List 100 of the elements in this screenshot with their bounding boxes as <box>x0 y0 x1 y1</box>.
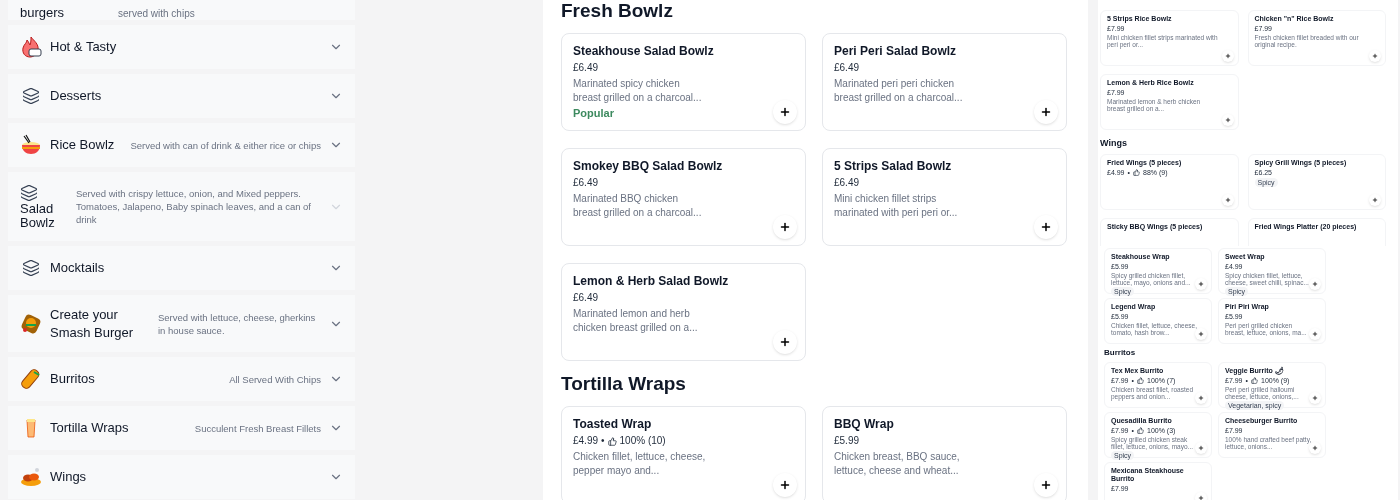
category-note: All Served With Chips <box>228 372 321 386</box>
item-description: Marinated lemon and herb chicken breast grilled on a... <box>573 307 699 334</box>
category-name: Burritos <box>50 370 95 388</box>
separator-dot: • <box>601 434 605 448</box>
plus-icon <box>1198 445 1204 451</box>
section-title: Burritos <box>1104 348 1137 358</box>
category-name: burgers <box>20 6 66 19</box>
item-description: Marinated BBQ chicken breast grilled on a charcoal... <box>573 192 703 219</box>
add-button[interactable] <box>1195 278 1207 290</box>
plus-icon <box>779 221 791 233</box>
plus-icon <box>1312 395 1318 401</box>
layers-icon <box>22 259 40 277</box>
rice-bowl-icon <box>20 134 42 156</box>
category-row[interactable]: Tortilla Wraps Succulent Fresh Breast Fillets <box>8 406 355 450</box>
category-row[interactable]: Burritos All Served With Chips <box>8 357 355 401</box>
add-button[interactable] <box>1195 328 1207 340</box>
add-button[interactable] <box>773 473 797 497</box>
category-row[interactable]: burgers served with chips <box>8 0 355 20</box>
add-button[interactable] <box>773 100 797 124</box>
layers-icon <box>20 183 38 202</box>
menu-item-card[interactable]: Lemon & Herb Salad Bowlz £6.49 Marinated lemon and herb chicken breast grilled on a... <box>561 263 806 361</box>
add-button[interactable] <box>1369 194 1381 206</box>
add-button[interactable] <box>1221 194 1234 206</box>
category-name: Rice Bowlz <box>50 136 115 154</box>
category-note: Served with lettuce, cheese, gherkins in house sauce. <box>158 310 317 337</box>
category-row[interactable]: Rice Bowlz Served with can of drink & either rice or chips <box>8 123 355 167</box>
plus-icon <box>1040 106 1052 118</box>
thumbs-up-icon <box>1137 427 1144 434</box>
add-button[interactable] <box>1195 392 1207 404</box>
category-note: Served with can of drink & either rice or chips <box>129 138 321 152</box>
add-button[interactable] <box>1309 328 1321 340</box>
price: £6.49 <box>573 176 599 190</box>
thumbs-up-icon <box>1251 377 1258 384</box>
add-button[interactable] <box>1034 473 1058 497</box>
item-description: Chicken breast, BBQ sauce, lettuce, cheese and wheat... <box>834 450 961 477</box>
menu-item-card[interactable]: 5 Strips Salad Bowlz £6.49 Mini chicken fillet strips marinated with peri peri or... <box>822 148 1067 246</box>
item-name: Lemon & Herb Salad Bowlz <box>573 274 730 289</box>
add-button[interactable] <box>1369 50 1381 62</box>
category-row[interactable]: Hot & Tasty <box>8 25 355 69</box>
plus-icon <box>1224 53 1231 59</box>
section-title: Fresh Bowlz <box>561 0 674 22</box>
category-row[interactable]: Wings <box>8 455 355 499</box>
price: £4.99 <box>573 434 599 448</box>
menu-item-card[interactable]: Peri Peri Salad Bowlz £6.49 Marinated peri peri chicken breast grilled on a charcoal... <box>822 33 1067 131</box>
thumbs-up-icon <box>1133 169 1140 176</box>
item-description: Chicken fillet, lettuce, cheese, pepper mayo and... <box>573 450 707 477</box>
category-row[interactable]: Mocktails <box>8 246 355 290</box>
item-description: Mini chicken fillet strips marinated with peri peri or... <box>834 192 959 219</box>
category-name: Wings <box>50 468 87 486</box>
plus-icon <box>779 106 791 118</box>
category-name: Mocktails <box>50 259 105 277</box>
item-name: Peri Peri Salad Bowlz <box>834 44 958 59</box>
plus-icon <box>1372 53 1378 59</box>
category-row[interactable]: Salad Bowlz Served with crispy lettuce, onion, and Mixed peppers. Tomatoes, Jalapeno, Baby spinach leaves, and a can of drink <box>8 172 355 241</box>
menu-item-card[interactable]: Smokey BBQ Salad Bowlz £6.49 Marinated BBQ chicken breast grilled on a charcoal... <box>561 148 806 246</box>
menu-item-card[interactable]: Steakhouse Salad Bowlz £6.49 Marinated spicy chicken breast grilled on a charcoal... Popular <box>561 33 806 131</box>
price: £6.49 <box>573 61 599 75</box>
category-row[interactable]: Create your Smash Burger Served with lettuce, cheese, gherkins in house sauce. <box>8 295 355 352</box>
layers-icon <box>22 87 40 105</box>
category-note: Served with crispy lettuce, onion, and Mixed peppers. Tomatoes, Jalapeno, Baby spinach leaves, and a can of drink <box>75 187 312 226</box>
add-button[interactable] <box>1309 442 1321 454</box>
add-button[interactable] <box>1034 100 1058 124</box>
category-note: Succulent Fresh Breast Fillets <box>193 421 321 435</box>
category-name: Salad Bowlz <box>20 201 56 230</box>
add-button[interactable] <box>1309 392 1321 404</box>
plus-icon <box>1224 117 1231 123</box>
category-row[interactable]: Desserts <box>8 74 355 118</box>
plus-icon <box>1198 281 1204 287</box>
fire-icon <box>20 36 42 58</box>
add-button[interactable] <box>1034 215 1058 239</box>
section-title: Wings <box>1100 138 1128 148</box>
add-button[interactable] <box>773 215 797 239</box>
category-note: served with chips <box>118 9 195 19</box>
add-button[interactable] <box>1309 278 1321 290</box>
category-name: Tortilla Wraps <box>50 419 129 437</box>
thumbs-up-icon <box>607 436 617 446</box>
item-name: Steakhouse Salad Bowlz <box>573 44 715 59</box>
plus-icon <box>1312 331 1318 337</box>
chicken-wings-icon <box>20 466 42 488</box>
plus-icon <box>779 336 791 348</box>
plus-icon <box>1040 479 1052 491</box>
add-button[interactable] <box>1221 114 1234 126</box>
plus-icon <box>1372 197 1378 203</box>
price: £5.99 <box>834 434 860 448</box>
add-button[interactable] <box>773 330 797 354</box>
item-name: Smokey BBQ Salad Bowlz <box>573 159 724 174</box>
add-button[interactable] <box>1221 50 1234 62</box>
plus-icon <box>1040 221 1052 233</box>
plus-icon <box>1312 281 1318 287</box>
plus-icon <box>779 479 791 491</box>
category-name: Create your Smash Burger <box>50 305 135 342</box>
item-name: 5 Strips Salad Bowlz <box>834 159 953 174</box>
menu-item-card[interactable]: BBQ Wrap £5.99 Chicken breast, BBQ sauce, lettuce, cheese and wheat... <box>822 406 1067 500</box>
menu-item-card[interactable]: Toasted Wrap £4.99 • 100% (10) Chicken fillet, lettuce, cheese, pepper mayo and... <box>561 406 806 500</box>
price: £6.49 <box>834 61 860 75</box>
plus-icon <box>1198 331 1204 337</box>
plus-icon <box>1198 395 1204 401</box>
item-description: Marinated spicy chicken breast grilled on a charcoal... <box>573 77 703 104</box>
thumbs-up-icon <box>1137 377 1144 384</box>
add-button[interactable] <box>1195 442 1207 454</box>
